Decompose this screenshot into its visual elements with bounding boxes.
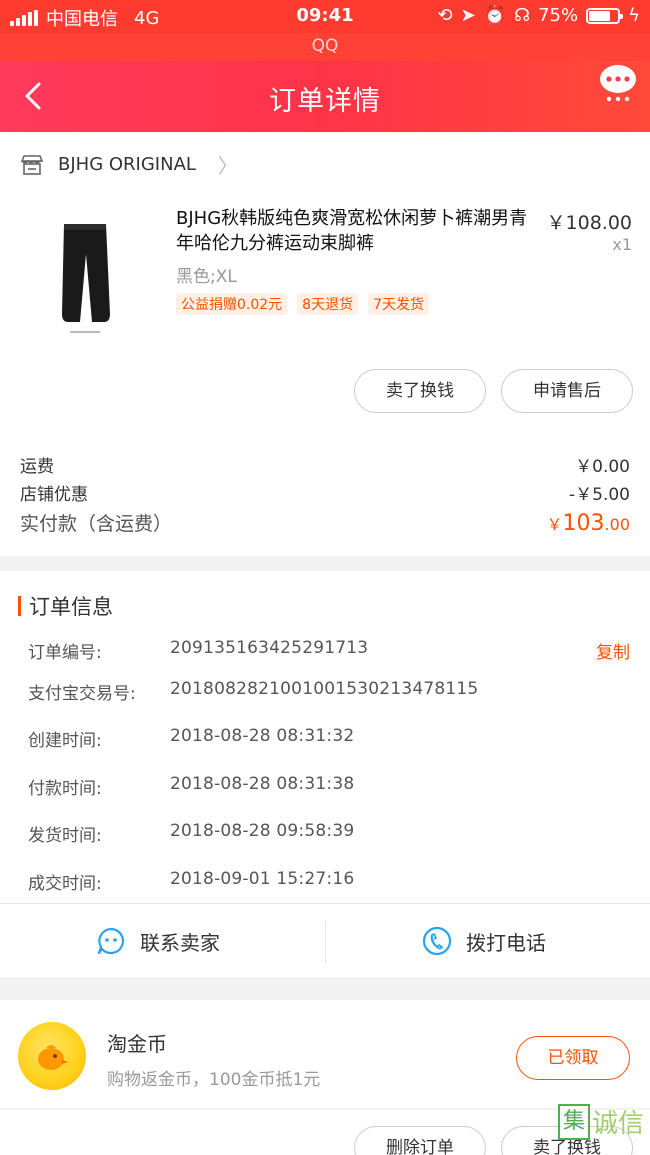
chat-more-icon[interactable] — [598, 63, 638, 103]
alarm-icon: ⏰ — [483, 5, 507, 26]
created-time-label: 创建时间: — [28, 731, 102, 751]
contact-seller-button[interactable]: 联系卖家 — [96, 903, 220, 979]
product-quantity: x1 — [612, 235, 632, 254]
discount-row: 店铺优惠 -￥5.00 — [20, 480, 630, 505]
shipping-value: ￥0.00 — [575, 457, 630, 477]
location-icon: ➤ — [460, 5, 476, 26]
headphones-icon: ☊ — [514, 5, 531, 26]
shop-name: BJHG ORIGINAL — [58, 154, 196, 175]
chevron-right-icon: 〉 — [217, 154, 238, 178]
battery-icon — [586, 7, 624, 24]
battery-percent: 75% — [538, 5, 579, 26]
chat-icon — [97, 927, 125, 955]
charging-icon: ϟ — [628, 5, 640, 26]
call-phone-button[interactable]: 拨打电话 — [422, 903, 546, 979]
discount-label: 店铺优惠 — [20, 485, 88, 505]
paid-time-label: 付款时间: — [28, 779, 102, 799]
order-product-card: BJHG ORIGINAL 〉 BJHG秋韩版纯色爽滑宽松休闲萝卜裤潮男青年哈伦… — [0, 132, 650, 556]
product-price: ￥108.00 — [546, 212, 632, 234]
bottom-action-bar: 删除订单 卖了换钱 — [0, 1110, 650, 1155]
order-info-card: 订单信息 订单编号: 209135163425291713 复制 支付宝交易号:… — [0, 571, 650, 979]
watermark-logo: 集 诚信 — [557, 1103, 644, 1140]
completed-time-label: 成交时间: — [28, 874, 102, 894]
alipay-trade-value: 2018082821001001530213478115 — [170, 679, 479, 699]
order-info-heading: 订单信息 — [18, 591, 113, 621]
sell-button[interactable]: 卖了换钱 — [354, 369, 486, 413]
product-sku: 黑色;XL — [176, 267, 237, 287]
completed-time-value: 2018-09-01 15:27:16 — [170, 869, 355, 889]
shipping-label: 运费 — [20, 457, 54, 477]
coin-subtitle: 购物返金币，100金币抵1元 — [107, 1070, 321, 1090]
delete-order-button[interactable]: 删除订单 — [354, 1126, 486, 1155]
nav-bar: 订单详情 — [0, 61, 650, 132]
shipped-time-value: 2018-08-28 09:58:39 — [170, 821, 355, 841]
phone-icon — [422, 926, 452, 956]
gold-coin-icon — [18, 1022, 86, 1090]
claimed-button[interactable]: 已领取 — [516, 1036, 630, 1080]
shipping-row: 运费 ￥0.00 — [20, 452, 630, 477]
store-icon — [20, 154, 44, 175]
button-divider — [325, 921, 326, 963]
aftersale-button[interactable]: 申请售后 — [501, 369, 633, 413]
shipped-time-label: 发货时间: — [28, 826, 102, 846]
coin-title: 淘金币 — [107, 1032, 167, 1056]
order-number-value: 209135163425291713 — [170, 638, 369, 658]
rotation-lock-icon: ⟲ — [437, 5, 453, 26]
page-title: 订单详情 — [269, 86, 381, 117]
product-image[interactable] — [30, 214, 140, 339]
divider — [0, 978, 650, 979]
total-label: 实付款（含运费） — [20, 513, 173, 535]
copy-button[interactable]: 复制 — [596, 638, 630, 663]
product-title[interactable]: BJHG秋韩版纯色爽滑宽松休闲萝卜裤潮男青年哈伦九分裤运动束脚裤 — [176, 206, 536, 256]
order-number-label: 订单编号: — [28, 643, 102, 663]
total-value: ￥103.00 — [546, 511, 630, 536]
discount-value: -￥5.00 — [569, 485, 630, 505]
heading-accent-bar — [18, 596, 21, 616]
tag-shipping: 7天发货 — [368, 293, 430, 315]
total-row: 实付款（含运费） ￥103.00 — [20, 509, 630, 536]
tag-charity: 公益捐赠0.02元 — [176, 293, 288, 315]
alipay-trade-label: 支付宝交易号: — [28, 684, 136, 704]
tag-return: 8天退货 — [297, 293, 359, 315]
return-to-app-bar[interactable]: QQ — [0, 33, 650, 61]
status-bar: 中国电信 4G 09:41 ⟲ ➤ ⏰ ☊ 75% ϟ — [0, 0, 650, 33]
shop-header[interactable]: BJHG ORIGINAL 〉 — [20, 150, 238, 179]
taojinbi-card: 淘金币 购物返金币，100金币抵1元 已领取 — [0, 1000, 650, 1108]
paid-time-value: 2018-08-28 08:31:38 — [170, 774, 355, 794]
created-time-value: 2018-08-28 08:31:32 — [170, 726, 355, 746]
